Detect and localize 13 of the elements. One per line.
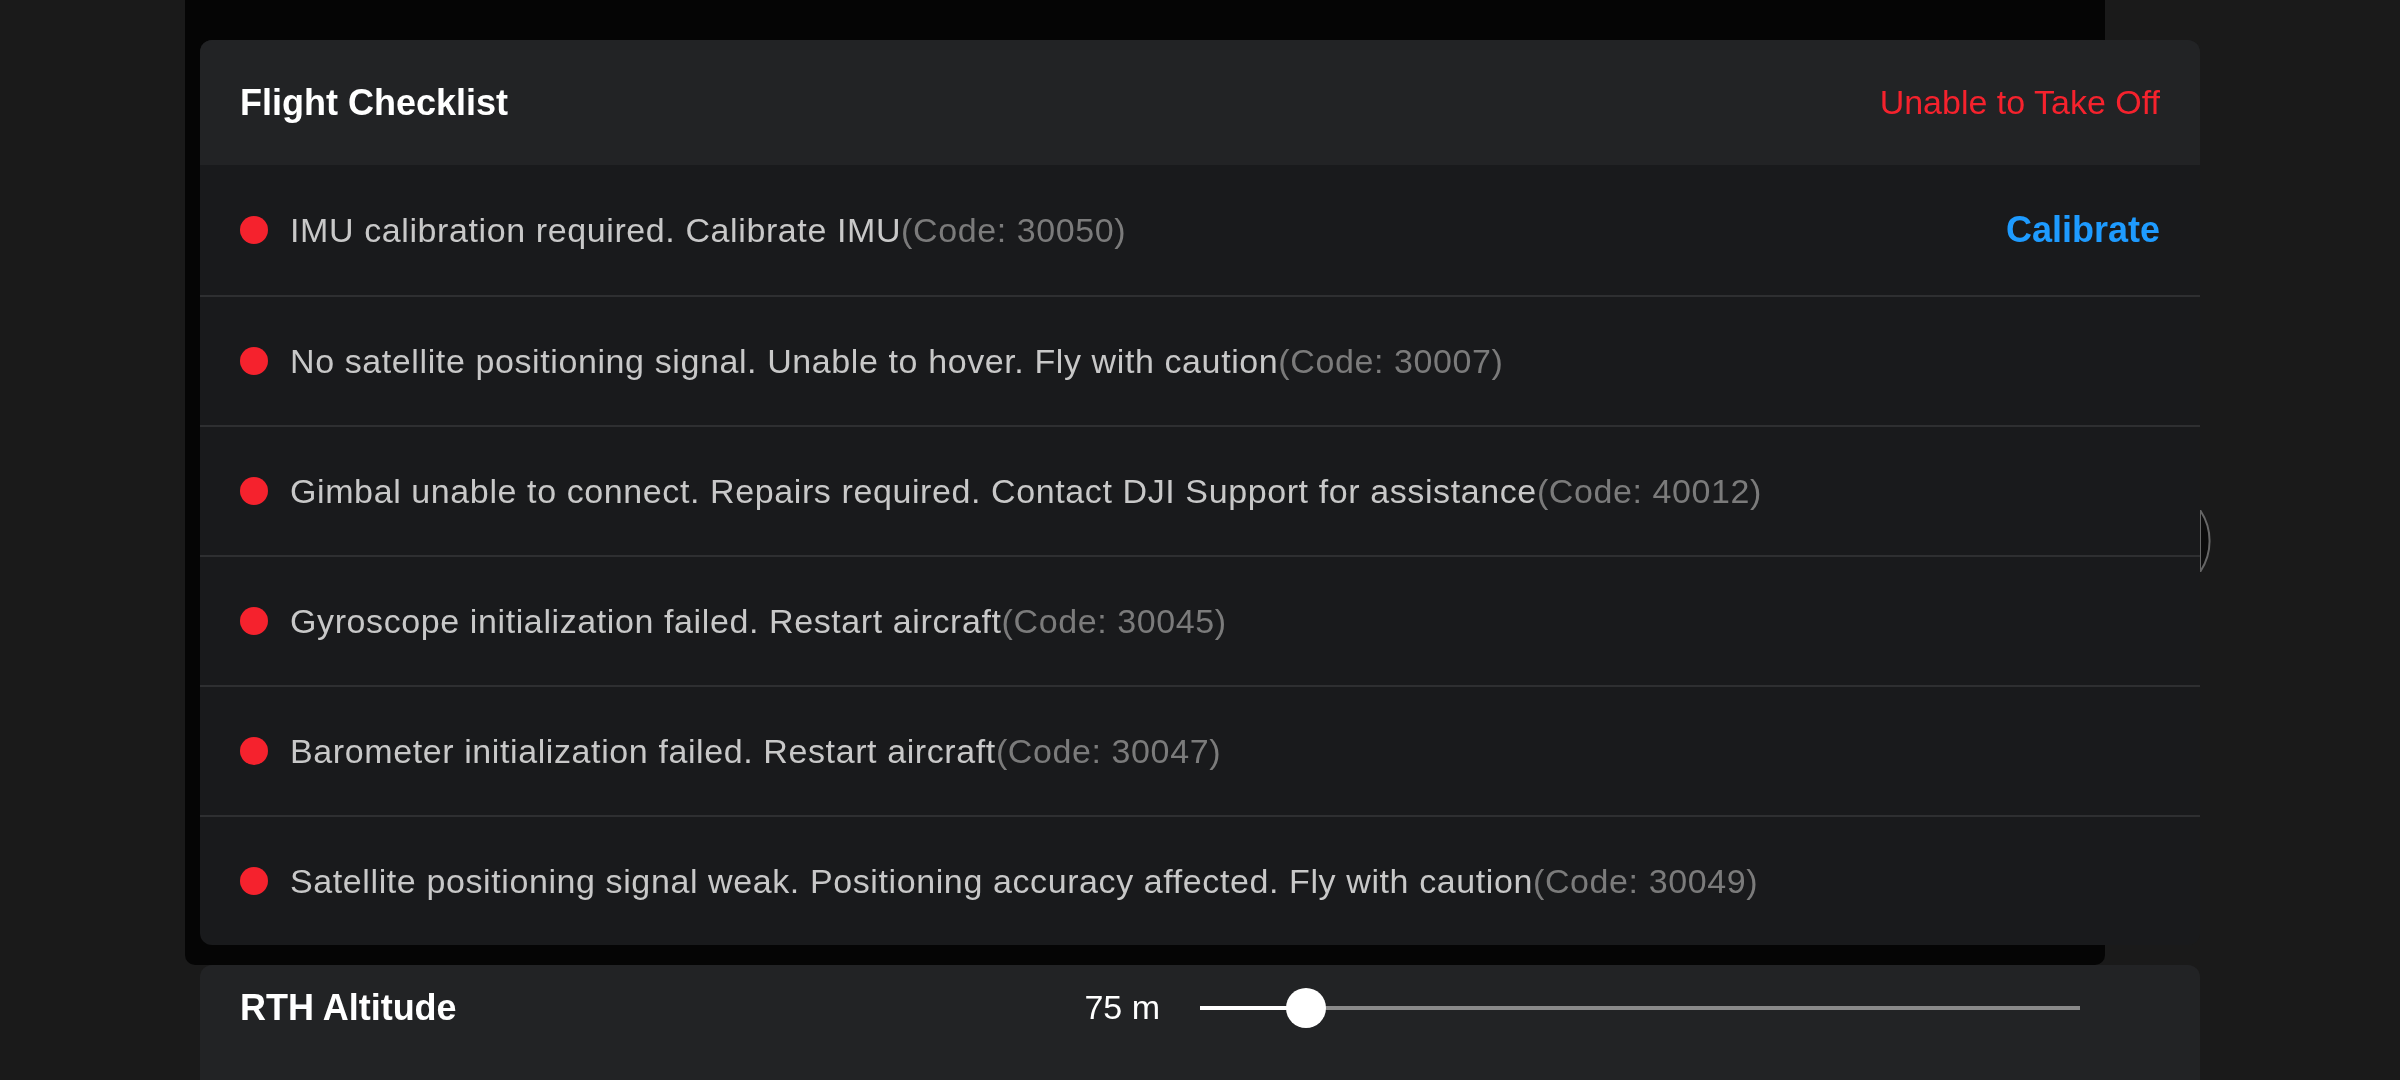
warning-message: Gyroscope initialization failed. Restart aircraft(Code: 30045) — [290, 600, 1227, 642]
dial-edge-icon — [2200, 510, 2212, 572]
warning-message: Barometer initialization failed. Restart aircraft(Code: 30047) — [290, 730, 1222, 772]
altitude-reading: 75 m — [1084, 987, 1160, 1028]
warning-message: IMU calibration required. Calibrate IMU(Code: 30050) — [290, 209, 1127, 251]
setting-label: RTH Altitude — [240, 985, 457, 1030]
warning-message: Gimbal unable to connect. Repairs required. Contact DJI Support for assistance(Code: 40012) — [290, 470, 1763, 512]
calibrate-button[interactable]: Calibrate — [2005, 203, 2160, 257]
panel-title: Flight Checklist — [240, 80, 509, 125]
warning-message: No satellite positioning signal. Unable to hover. Fly with caution(Code: 30007) — [290, 340, 1504, 382]
warning-message: Satellite positioning signal weak. Positioning accuracy affected. Fly with caution(Code: 30049) — [290, 860, 1759, 902]
status-text: Unable to Take Off — [1879, 82, 2160, 123]
slider-thumb[interactable] — [1285, 987, 1326, 1028]
